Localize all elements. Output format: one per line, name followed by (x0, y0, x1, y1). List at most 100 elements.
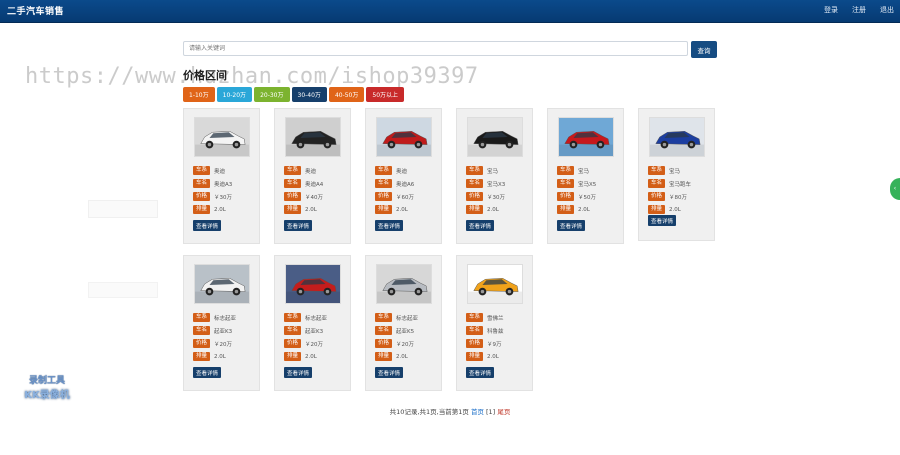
car-thumbnail-image[interactable] (376, 264, 432, 304)
price-filter-button[interactable]: 1-10万 (183, 87, 215, 102)
car-price-row: 价格 ￥60万 (375, 192, 414, 201)
car-price-row: 价格 ￥40万 (284, 192, 323, 201)
car-model-label: 车名 (557, 179, 575, 188)
car-engine-value: 2.0L (578, 206, 590, 213)
car-model-value: 起亚K3 (214, 328, 233, 335)
car-brand-value: 雪佛兰 (487, 315, 504, 322)
car-brand-label: 车系 (193, 313, 211, 322)
car-brand-label: 车系 (648, 166, 666, 175)
car-engine-row: 排量 2.0L (466, 205, 505, 214)
car-price-value: ￥9万 (487, 341, 502, 348)
car-engine-row: 排量 2.0L (375, 205, 414, 214)
logout-link[interactable]: 退出 (880, 5, 894, 15)
price-range-buttons: 1-10万 10-20万 20-30万 30-40万 40-50万 50万以上 (183, 87, 405, 102)
car-brand-label: 车系 (557, 166, 575, 175)
site-title: 二手汽车销售 (7, 7, 65, 17)
car-brand-label: 车系 (284, 166, 302, 175)
car-card[interactable]: 车系 标志起亚 车名 起亚K3 价格 ￥20万 排量 2.0L 查看详情 (183, 255, 260, 391)
car-thumbnail-image[interactable] (194, 117, 250, 157)
price-filter-button[interactable]: 40-50万 (328, 87, 365, 102)
car-model-row: 车名 起亚K3 (193, 326, 236, 335)
view-details-button[interactable]: 查看详情 (466, 367, 495, 378)
register-link[interactable]: 注册 (852, 5, 866, 15)
floating-side-tab[interactable]: ‹ (890, 178, 900, 200)
car-engine-row: 排量 2.0L (284, 352, 327, 361)
car-engine-value: 2.0L (487, 353, 499, 360)
view-details-button[interactable]: 查看详情 (648, 215, 677, 226)
car-card[interactable]: 车系 宝马 车名 宝马跑车 价格 ￥80万 排量 2.0L 查看详情 (638, 108, 715, 241)
car-card[interactable]: 车系 雪佛兰 车名 科鲁兹 价格 ￥9万 排量 2.0L 查看详情 (456, 255, 533, 391)
car-price-row: 价格 ￥20万 (193, 339, 236, 348)
last-page-link[interactable]: 尾页 (497, 408, 510, 416)
car-engine-row: 排量 2.0L (466, 352, 504, 361)
price-filter-button[interactable]: 30-40万 (291, 87, 327, 102)
price-filter-button[interactable]: 20-30万 (254, 87, 290, 102)
car-price-label: 价格 (466, 192, 484, 201)
car-engine-label: 排量 (193, 205, 211, 214)
search-bar: 查询 (183, 41, 717, 58)
car-model-label: 车名 (466, 179, 484, 188)
car-engine-value: 2.0L (214, 353, 226, 360)
car-thumbnail-image[interactable] (558, 117, 614, 157)
car-price-value: ￥30万 (214, 194, 233, 201)
car-info: 车系 雪佛兰 车名 科鲁兹 价格 ￥9万 排量 2.0L (466, 313, 504, 365)
car-model-row: 车名 起亚K3 (284, 326, 327, 335)
car-info: 车系 宝马 车名 宝马X5 价格 ￥50万 排量 2.0L (557, 166, 596, 218)
car-engine-label: 排量 (284, 205, 302, 214)
background-decoration (88, 282, 158, 298)
car-model-value: 宝马跑车 (669, 181, 692, 188)
car-model-row: 车名 起亚K5 (375, 326, 418, 335)
car-card[interactable]: 车系 标志起亚 车名 起亚K5 价格 ￥20万 排量 2.0L 查看详情 (365, 255, 442, 391)
car-brand-label: 车系 (466, 313, 484, 322)
car-engine-label: 排量 (375, 205, 393, 214)
car-price-value: ￥20万 (305, 341, 324, 348)
car-info: 车系 宝马 车名 宝马X3 价格 ￥30万 排量 2.0L (466, 166, 505, 218)
view-details-button[interactable]: 查看详情 (284, 367, 313, 378)
car-price-label: 价格 (375, 339, 393, 348)
car-model-value: 宝马X5 (578, 181, 597, 188)
car-brand-value: 奥迪 (305, 168, 317, 175)
view-details-button[interactable]: 查看详情 (557, 220, 586, 231)
background-decoration (88, 200, 158, 218)
search-button[interactable]: 查询 (691, 41, 717, 58)
recorder-watermark-line1: 录制工具 (28, 376, 65, 386)
car-card[interactable]: 车系 宝马 车名 宝马X3 价格 ￥30万 排量 2.0L 查看详情 (456, 108, 533, 244)
car-thumbnail-image[interactable] (467, 117, 523, 157)
car-brand-row: 车系 奥迪 (193, 166, 232, 175)
first-page-link[interactable]: 首页 (471, 408, 484, 416)
car-thumbnail-image[interactable] (285, 117, 341, 157)
car-card[interactable]: 车系 奥迪 车名 奥迪A6 价格 ￥60万 排量 2.0L 查看详情 (365, 108, 442, 244)
car-brand-value: 标志起亚 (396, 315, 419, 322)
login-link[interactable]: 登录 (824, 5, 838, 15)
car-thumbnail-image[interactable] (467, 264, 523, 304)
car-card[interactable]: 车系 标志起亚 车名 起亚K3 价格 ￥20万 排量 2.0L 查看详情 (274, 255, 351, 391)
car-brand-label: 车系 (284, 313, 302, 322)
car-model-row: 车名 奥迪A6 (375, 179, 414, 188)
chevron-left-icon: ‹ (893, 185, 897, 192)
car-thumbnail-image[interactable] (285, 264, 341, 304)
price-filter-button[interactable]: 50万以上 (366, 87, 405, 102)
price-filter-button[interactable]: 10-20万 (216, 87, 253, 102)
view-details-button[interactable]: 查看详情 (466, 220, 495, 231)
view-details-button[interactable]: 查看详情 (284, 220, 313, 231)
car-info: 车系 标志起亚 车名 起亚K3 价格 ￥20万 排量 2.0L (284, 313, 327, 365)
car-engine-label: 排量 (466, 205, 484, 214)
watermark-text: https://www.huzhan.com/ishop39397 (25, 64, 479, 89)
search-input[interactable] (183, 41, 688, 56)
view-details-button[interactable]: 查看详情 (375, 220, 404, 231)
car-card[interactable]: 车系 奥迪 车名 奥迪A3 价格 ￥30万 排量 2.0L 查看详情 (183, 108, 260, 244)
car-thumbnail-image[interactable] (649, 117, 705, 157)
current-page[interactable]: [1] (486, 408, 495, 416)
view-details-button[interactable]: 查看详情 (193, 220, 222, 231)
view-details-button[interactable]: 查看详情 (193, 367, 222, 378)
car-card[interactable]: 车系 宝马 车名 宝马X5 价格 ￥50万 排量 2.0L 查看详情 (547, 108, 624, 244)
car-thumbnail-image[interactable] (376, 117, 432, 157)
car-price-label: 价格 (466, 339, 484, 348)
car-engine-row: 排量 2.0L (375, 352, 418, 361)
car-card[interactable]: 车系 奥迪 车名 奥迪A4 价格 ￥40万 排量 2.0L 查看详情 (274, 108, 351, 244)
car-engine-value: 2.0L (669, 206, 681, 213)
car-grid: 车系 奥迪 车名 奥迪A3 价格 ￥30万 排量 2.0L 查看详情 车系 奥迪 车名 奥迪A4 价格 ￥4… (183, 108, 723, 393)
view-details-button[interactable]: 查看详情 (375, 367, 404, 378)
car-thumbnail-image[interactable] (194, 264, 250, 304)
car-engine-row: 排量 2.0L (284, 205, 323, 214)
